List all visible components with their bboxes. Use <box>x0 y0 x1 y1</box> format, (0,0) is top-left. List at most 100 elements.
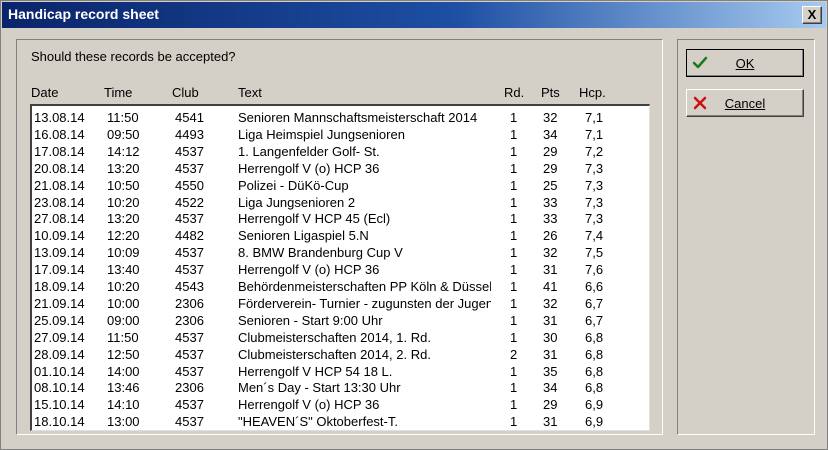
cell-date: 27.09.14 <box>34 329 85 345</box>
list-item[interactable]: 21.08.14 10:50 4550 Polizei - DüKö-Cup 1 25 7,… <box>32 177 648 194</box>
cell-hcp: 7,3 <box>585 177 604 193</box>
cell-pts: 33 <box>543 211 558 227</box>
cell-hcp: 6,6 <box>585 279 604 294</box>
ok-button[interactable]: OK <box>686 49 804 77</box>
cell-rd: 1 <box>510 245 518 261</box>
cell-date: 16.08.14 <box>34 126 85 142</box>
cell-text: Men´s Day - Start 13:30 Uhr <box>238 380 401 396</box>
cell-club: 4537 <box>175 397 204 413</box>
cell-club: 4543 <box>175 279 204 294</box>
cell-text: Herrengolf V HCP 54 18 L. <box>238 363 393 379</box>
cell-hcp: 7,3 <box>585 194 604 210</box>
column-header-date: Date <box>31 85 59 100</box>
cell-pts: 29 <box>543 143 558 159</box>
cell-rd: 1 <box>510 380 518 396</box>
cell-date: 27.08.14 <box>34 211 85 227</box>
cell-time: 13:20 <box>107 211 140 227</box>
ok-label: OK <box>735 56 755 71</box>
list-item[interactable]: 27.09.14 11:50 4537 Clubmeisterschaften 201… <box>32 329 648 346</box>
cell-text: Senioren Ligaspiel 5.N <box>238 228 369 244</box>
cell-text: Herrengolf V (o) HCP 36 <box>238 160 380 176</box>
list-item[interactable]: 28.09.14 12:50 4537 Clubmeisterschaften 201… <box>32 346 648 363</box>
cell-date: 20.08.14 <box>34 160 85 176</box>
cell-rd: 1 <box>510 329 518 345</box>
cell-rd: 1 <box>510 126 518 142</box>
cell-text: Behördenmeisterschaften PP Köln & Düssel… <box>238 279 491 294</box>
list-item[interactable]: 21.09.14 10:00 2306 Förderverein- Turnier -… <box>32 295 648 312</box>
list-item[interactable]: 13.08.14 11:50 4541 Senioren Mannschaftsmei… <box>32 109 648 126</box>
cell-club: 2306 <box>175 295 204 311</box>
cell-pts: 32 <box>543 295 558 311</box>
cell-hcp: 7,3 <box>585 211 604 227</box>
question-text: Should these records be accepted? <box>31 49 236 64</box>
cell-pts: 31 <box>543 312 558 328</box>
cancel-button[interactable]: Cancel <box>686 89 804 117</box>
cell-hcp: 6,7 <box>585 312 604 328</box>
cell-time: 10:50 <box>107 177 140 193</box>
cancel-label: Cancel <box>724 96 766 111</box>
cell-time: 09:50 <box>107 126 140 142</box>
cell-club: 4537 <box>175 262 204 278</box>
cell-rd: 1 <box>510 312 518 328</box>
cell-club: 4537 <box>175 211 204 227</box>
list-item[interactable]: 10.09.14 12:20 4482 Senioren Ligaspiel 5.N 1… <box>32 227 648 244</box>
cell-pts: 30 <box>543 329 558 345</box>
list-item[interactable]: 23.08.14 10:20 4522 Liga Jungsenioren 2 1 33 7… <box>32 194 648 211</box>
list-item[interactable]: 27.08.14 13:20 4537 Herrengolf V HCP 45 (Ec… <box>32 210 648 227</box>
cell-date: 25.09.14 <box>34 312 85 328</box>
cell-text: Liga Jungsenioren 2 <box>238 194 356 210</box>
list-item[interactable]: 18.10.14 13:00 4537 "HEAVEN´S" Oktoberfest-… <box>32 413 648 430</box>
list-item[interactable]: 18.09.14 10:20 4543 Behördenmeisterschaften… <box>32 278 648 295</box>
list-item[interactable]: 16.08.14 09:50 4493 Liga Heimspiel Jungseni… <box>32 126 648 143</box>
cell-date: 28.09.14 <box>34 346 85 362</box>
cell-date: 18.09.14 <box>34 279 85 294</box>
cell-pts: 25 <box>543 177 558 193</box>
cell-hcp: 6,9 <box>585 397 604 413</box>
cell-time: 13:00 <box>107 414 140 430</box>
records-list[interactable]: 13.08.14 11:50 4541 Senioren Mannschaftsmei… <box>30 104 650 431</box>
cell-rd: 1 <box>510 279 518 294</box>
column-header-text: Text <box>238 85 262 100</box>
cell-hcp: 7,4 <box>585 228 604 244</box>
list-item[interactable]: 01.10.14 14:00 4537 Herrengolf V HCP 54 18 … <box>32 363 648 380</box>
cell-rd: 1 <box>510 211 518 227</box>
cell-club: 4493 <box>175 126 204 142</box>
cell-date: 08.10.14 <box>34 380 85 396</box>
cell-club: 4537 <box>175 245 204 261</box>
cell-date: 21.08.14 <box>34 177 85 193</box>
cell-rd: 2 <box>510 346 518 362</box>
cell-club: 4537 <box>175 160 204 176</box>
cell-rd: 1 <box>510 110 518 125</box>
list-item[interactable]: 17.08.14 14:12 4537 1. Langenfelder Golf- S… <box>32 143 648 160</box>
close-icon: X <box>807 7 817 22</box>
title-bar[interactable]: Handicap record sheet <box>2 2 826 28</box>
cell-club: 2306 <box>175 380 204 396</box>
cell-club: 4537 <box>175 414 204 430</box>
cell-text: Senioren Mannschaftsmeisterschaft 2014 <box>238 110 478 125</box>
list-item[interactable]: 13.09.14 10:09 4537 8. BMW Brandenburg Cup … <box>32 244 648 261</box>
cell-pts: 31 <box>543 262 558 278</box>
list-item[interactable]: 20.08.14 13:20 4537 Herrengolf V (o) HCP 36… <box>32 160 648 177</box>
list-item[interactable]: 25.09.14 09:00 2306 Senioren - Start 9:00 U… <box>32 312 648 329</box>
cell-time: 14:00 <box>107 363 140 379</box>
cell-date: 13.09.14 <box>34 245 85 261</box>
cell-text: Clubmeisterschaften 2014, 2. Rd. <box>238 346 431 362</box>
column-header-pts: Pts <box>541 85 560 100</box>
cell-pts: 34 <box>543 380 558 396</box>
cell-club: 2306 <box>175 312 204 328</box>
cell-rd: 1 <box>510 363 518 379</box>
cell-pts: 29 <box>543 397 558 413</box>
cell-pts: 35 <box>543 363 558 379</box>
cell-time: 14:12 <box>107 143 140 159</box>
cell-rd: 1 <box>510 177 518 193</box>
close-button[interactable]: X <box>802 6 822 24</box>
column-header-rd: Rd. <box>504 85 525 100</box>
list-item[interactable]: 15.10.14 14:10 4537 Herrengolf V (o) HCP 36… <box>32 396 648 413</box>
cell-club: 4482 <box>175 228 204 244</box>
cell-hcp: 6,7 <box>585 295 604 311</box>
cell-time: 10:20 <box>107 279 140 294</box>
cell-text: Herrengolf V (o) HCP 36 <box>238 262 380 278</box>
list-item[interactable]: 08.10.14 13:46 2306 Men´s Day - Start 13:30… <box>32 379 648 396</box>
list-item[interactable]: 17.09.14 13:40 4537 Herrengolf V (o) HCP 36… <box>32 261 648 278</box>
cell-rd: 1 <box>510 414 518 430</box>
